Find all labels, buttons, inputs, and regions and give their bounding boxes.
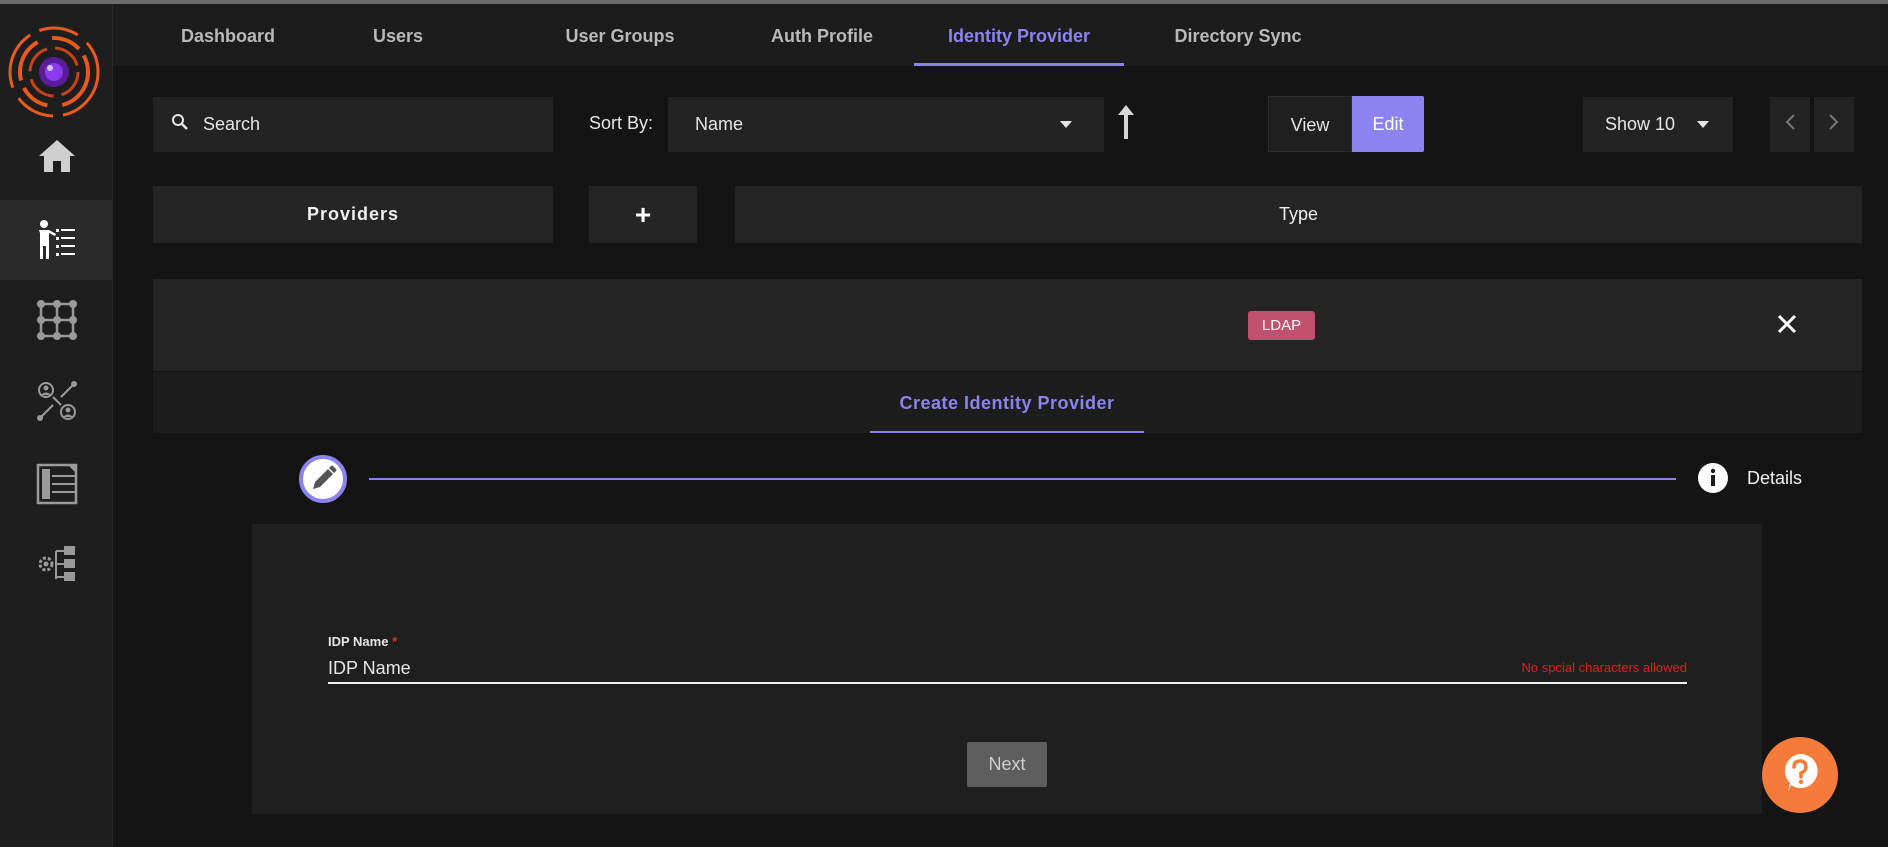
sidebar-item-settings[interactable]: [0, 524, 113, 604]
step-details-label: Details: [1747, 468, 1803, 488]
edit-button[interactable]: Edit: [1352, 96, 1424, 152]
tab-create-identity-provider[interactable]: Create Identity Provider: [870, 372, 1144, 433]
chevron-down-icon: [1060, 121, 1072, 128]
tab-identity-provider[interactable]: Identity Provider: [914, 4, 1124, 66]
previous-page-button[interactable]: [1770, 97, 1810, 152]
view-edit-toggle: View Edit: [1268, 96, 1424, 152]
tab-auth-profile[interactable]: Auth Profile: [742, 4, 902, 66]
chevron-down-icon: [1697, 121, 1709, 128]
providers-column-header: Providers: [153, 186, 553, 243]
page-size-select[interactable]: Show 10: [1583, 97, 1733, 152]
idp-name-label: IDP Name *: [328, 634, 397, 649]
top-tab-bar: Dashboard Users User Groups Auth Profile…: [113, 4, 1888, 66]
grid-network-icon: [36, 299, 78, 341]
help-chat-icon: [1780, 752, 1820, 799]
step-edit-indicator: [298, 454, 348, 504]
info-icon: [1697, 462, 1729, 494]
settings-tree-icon: [36, 543, 78, 585]
pencil-icon: [298, 455, 348, 508]
table-list-icon: [36, 463, 78, 505]
provider-row[interactable]: [153, 279, 1862, 371]
sidebar-item-home[interactable]: [0, 116, 113, 196]
idp-name-label-text: IDP Name: [328, 634, 389, 649]
sidebar-item-tables[interactable]: [0, 444, 113, 524]
page-size-value: Show 10: [1605, 114, 1676, 134]
close-icon: [1777, 314, 1797, 338]
sidebar-item-identity-provider[interactable]: [0, 200, 113, 280]
next-page-button[interactable]: [1814, 97, 1854, 152]
view-button[interactable]: View: [1268, 96, 1352, 152]
search-icon: [171, 113, 189, 136]
arrow-up-icon: [1117, 105, 1135, 144]
sort-direction-button[interactable]: [1117, 104, 1135, 145]
idp-name-validation-hint: No spcial characters allowed: [1521, 660, 1687, 675]
type-column-header: Type: [735, 186, 1862, 243]
help-button[interactable]: [1762, 737, 1838, 813]
sort-by-label: Sort By:: [589, 113, 654, 133]
home-icon: [37, 138, 77, 174]
user-groups-network-icon: [36, 380, 78, 422]
chevron-left-icon: [1784, 113, 1796, 136]
next-button[interactable]: Next: [967, 742, 1047, 787]
required-marker: *: [392, 634, 398, 649]
identity-provider-icon: [36, 219, 78, 261]
search-input[interactable]: [203, 114, 533, 135]
search-box: [153, 97, 553, 152]
sort-by-value: Name: [695, 114, 744, 134]
sort-by-select[interactable]: Name: [668, 97, 1104, 152]
provider-type-badge: LDAP: [1248, 311, 1315, 340]
sidebar-item-network[interactable]: [0, 280, 113, 360]
chevron-right-icon: [1828, 113, 1840, 136]
tab-users[interactable]: Users: [348, 4, 448, 66]
app-logo[interactable]: [6, 24, 102, 120]
sidebar-item-user-groups[interactable]: [0, 361, 113, 441]
idp-name-input[interactable]: [328, 654, 1687, 684]
tab-user-groups[interactable]: User Groups: [540, 4, 700, 66]
tab-dashboard[interactable]: Dashboard: [158, 4, 298, 66]
close-button[interactable]: [1777, 314, 1797, 339]
sidebar: [0, 4, 113, 847]
tab-directory-sync[interactable]: Directory Sync: [1158, 4, 1318, 66]
stepper-progress-line: [369, 478, 1676, 480]
add-provider-button[interactable]: +: [589, 186, 697, 243]
